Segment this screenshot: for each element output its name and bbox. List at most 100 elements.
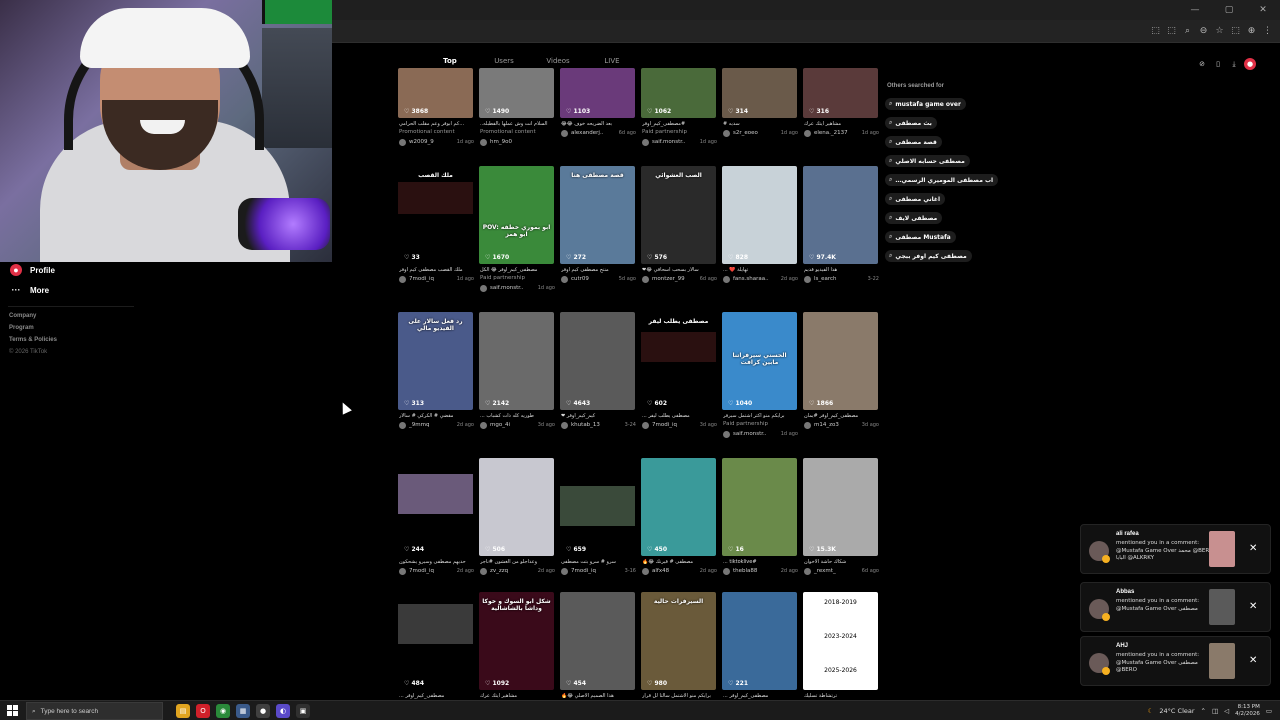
app-icon[interactable]: ▣	[296, 704, 310, 718]
video-thumbnail[interactable]	[722, 166, 797, 264]
video-thumbnail[interactable]: شكل ابو السوك و خوكا وداشا بالشاشالية	[479, 592, 554, 690]
video-caption[interactable]: سديه #	[723, 121, 798, 127]
video-author[interactable]: saif.monstr.. 1d ago	[723, 430, 798, 438]
search-suggestion-chip[interactable]: ⌕ قصة مصطفى	[885, 136, 942, 148]
notification-toast[interactable]: Abbas mentioned you in a comment: @Mustaf…	[1080, 582, 1271, 632]
video-caption[interactable]: وعذاجلو من الغشون #ناجر	[480, 559, 555, 565]
search-suggestion-chip[interactable]: ⌕ مصطفى Mustafa	[885, 231, 956, 243]
video-author[interactable]: saif.monstr.. 1d ago	[642, 138, 717, 146]
video-author[interactable]: mgo_4i 3d ago	[480, 421, 555, 429]
video-thumbnail[interactable]: ملك القصب	[398, 166, 473, 264]
nav-profile[interactable]: ● Profile	[10, 264, 55, 276]
search-suggestion-chip[interactable]: ⌕ مصطفى كيم اوفر ببجي	[885, 250, 972, 262]
video-thumbnail[interactable]: مصطفى يطلب ليفر	[641, 312, 716, 410]
video-caption[interactable]: …كم ابوفر وعم مقلب الحرامي	[399, 121, 474, 127]
video-author[interactable]: alexanderj.. 6d ago	[561, 129, 636, 137]
kebab-menu-icon[interactable]: ⋮	[1261, 24, 1274, 37]
video-thumbnail[interactable]	[398, 592, 473, 690]
close-icon[interactable]: ✕	[1249, 543, 1257, 554]
video-caption[interactable]: مصطفى # قيرنك 😂🔥	[642, 559, 717, 565]
video-caption[interactable]: شكاك حاشة الاخوان	[804, 559, 879, 565]
video-caption[interactable]: بعد الضريحه خوف 😂😂	[561, 121, 636, 127]
video-thumbnail[interactable]: 2018-2019 2023-2024 2025-2026	[803, 592, 878, 690]
video-caption[interactable]: كيم_كيم_اوفر ❤	[561, 413, 636, 419]
tab-live[interactable]: LIVE	[585, 56, 639, 65]
search-suggestion-chip[interactable]: ⌕ بث مصطفى	[885, 117, 937, 129]
video-caption[interactable]: سرو # سرو بتت مصطفى	[561, 559, 636, 565]
video-thumbnail[interactable]	[398, 458, 473, 556]
tab-users[interactable]: Users	[477, 56, 531, 65]
footer-terms-link[interactable]: Terms & Policies	[9, 337, 57, 343]
video-caption[interactable]: منتج مصطفى كيم اوفر	[561, 267, 636, 273]
windows-start-icon[interactable]	[7, 705, 18, 716]
zoom-icon[interactable]: ⌕	[1181, 24, 1194, 37]
live-record-icon[interactable]: ●	[1244, 58, 1256, 70]
notification-toast[interactable]: AHJ mentioned you in a comment: @Mustafa …	[1080, 636, 1271, 686]
video-caption[interactable]: سالار بسحب أسحاقي 😂❤	[642, 267, 717, 273]
calculator-icon[interactable]: ▦	[236, 704, 250, 718]
notification-thumbnail[interactable]	[1209, 589, 1235, 625]
video-author[interactable]: _9mmq 2d ago	[399, 421, 474, 429]
search-suggestion-chip[interactable]: ⌕ …اب مصطفى الموميري الرسمي	[885, 174, 999, 186]
video-thumbnail[interactable]: رد فعل سالار على الفيديو مالي	[398, 312, 473, 410]
search-suggestion-chip[interactable]: ⌕ مصطفى لايف	[885, 212, 943, 224]
video-caption[interactable]: ملك القصب مصطفى كيم اوفر	[399, 267, 474, 273]
video-author[interactable]: cutr09 5d ago	[561, 275, 636, 283]
search-suggestion-chip[interactable]: ⌕ مصطفى حسابه الاصلي	[885, 155, 970, 167]
video-caption[interactable]: #tiktoklive ...	[723, 559, 798, 565]
zoom-out-icon[interactable]: ⊖	[1197, 24, 1210, 37]
video-caption[interactable]: مشاهير ايتك عرك	[804, 121, 879, 127]
network-icon[interactable]: ◫	[1212, 707, 1218, 715]
video-caption[interactable]: مصطفى_كيم_اوفر 😂 الكل	[480, 267, 555, 273]
discord-icon[interactable]: ◐	[276, 704, 290, 718]
install-icon[interactable]: ⬚	[1165, 24, 1178, 37]
close-icon[interactable]: ✕	[1249, 655, 1257, 666]
notification-thumbnail[interactable]	[1209, 643, 1235, 679]
tab-videos[interactable]: Videos	[531, 56, 585, 65]
taskbar-search-box[interactable]: ⌕ Type here to search	[26, 702, 163, 720]
download-icon[interactable]: ⤓	[1228, 58, 1240, 70]
video-thumbnail[interactable]: قصة مصطفى هنا	[560, 166, 635, 264]
footer-company-link[interactable]: Company	[9, 313, 36, 319]
close-window-icon[interactable]: ✕	[1246, 2, 1280, 18]
video-thumbnail[interactable]	[641, 458, 716, 556]
video-author[interactable]: hm_9o0	[480, 138, 555, 146]
video-caption[interactable]: طوريه كله ذات كشباب ...	[480, 413, 555, 419]
video-thumbnail[interactable]	[560, 458, 635, 556]
video-author[interactable]: saif.monstr.. 1d ago	[480, 284, 555, 292]
video-caption[interactable]: هذا الصميم الاصلي 😂🔥	[561, 693, 636, 699]
opera-icon[interactable]: O	[196, 704, 210, 718]
volume-icon[interactable]: ◁	[1224, 707, 1229, 715]
video-author[interactable]: zv_zzq 2d ago	[480, 567, 555, 575]
search-suggestion-chip[interactable]: ⌕ اغاني مصطفى	[885, 193, 946, 205]
video-author[interactable]: 7modi_iq 1d ago	[399, 275, 474, 283]
block-icon[interactable]: ⊘	[1196, 58, 1208, 70]
video-caption[interactable]: السلام انت وش عملها بالفطبله..	[480, 121, 555, 127]
footer-program-link[interactable]: Program	[9, 325, 34, 331]
video-caption[interactable]: مصطفى_كيم_اوفر #يمان	[804, 413, 879, 419]
video-caption[interactable]: ترتشاطة تسليك	[804, 693, 879, 699]
video-thumbnail[interactable]: POV: ابو بموري خطفه ابو همز	[479, 166, 554, 264]
video-author[interactable]: _rexmt_ 6d ago	[804, 567, 879, 575]
video-thumbnail[interactable]	[560, 312, 635, 410]
video-caption[interactable]: مصطفى_كيم_اوفر ...	[399, 693, 474, 699]
close-icon[interactable]: ✕	[1249, 601, 1257, 612]
search-suggestion-chip[interactable]: ⌕ mustafa game over	[885, 98, 966, 110]
video-author[interactable]: thebla88 2d ago	[723, 567, 798, 575]
notification-center-icon[interactable]: ▭	[1266, 707, 1272, 715]
video-thumbnail[interactable]	[479, 458, 554, 556]
device-icon[interactable]: ▯	[1212, 58, 1224, 70]
video-thumbnail[interactable]	[803, 166, 878, 264]
video-author[interactable]: 7modi_iq 3-16	[561, 567, 636, 575]
notification-toast[interactable]: ali rafea mentioned you in a comment: @Mu…	[1080, 524, 1271, 574]
video-author[interactable]: 7modi_iq 3d ago	[642, 421, 717, 429]
video-caption[interactable]: مصطفى_كيم_اوفر ...	[723, 693, 798, 699]
taskbar-clock[interactable]: 8:13 PM 4/2/2026	[1235, 704, 1260, 718]
video-author[interactable]: m14_zo3 3d ago	[804, 421, 879, 429]
video-caption[interactable]: هذا الفيديو قديم	[804, 267, 879, 273]
account-icon[interactable]: ⊕	[1245, 24, 1258, 37]
video-thumbnail[interactable]	[722, 592, 797, 690]
video-caption[interactable]: #مصطفى_كيم_اوفر	[642, 121, 717, 127]
video-thumbnail[interactable]: السيرفرات حالية	[641, 592, 716, 690]
video-thumbnail[interactable]	[560, 592, 635, 690]
